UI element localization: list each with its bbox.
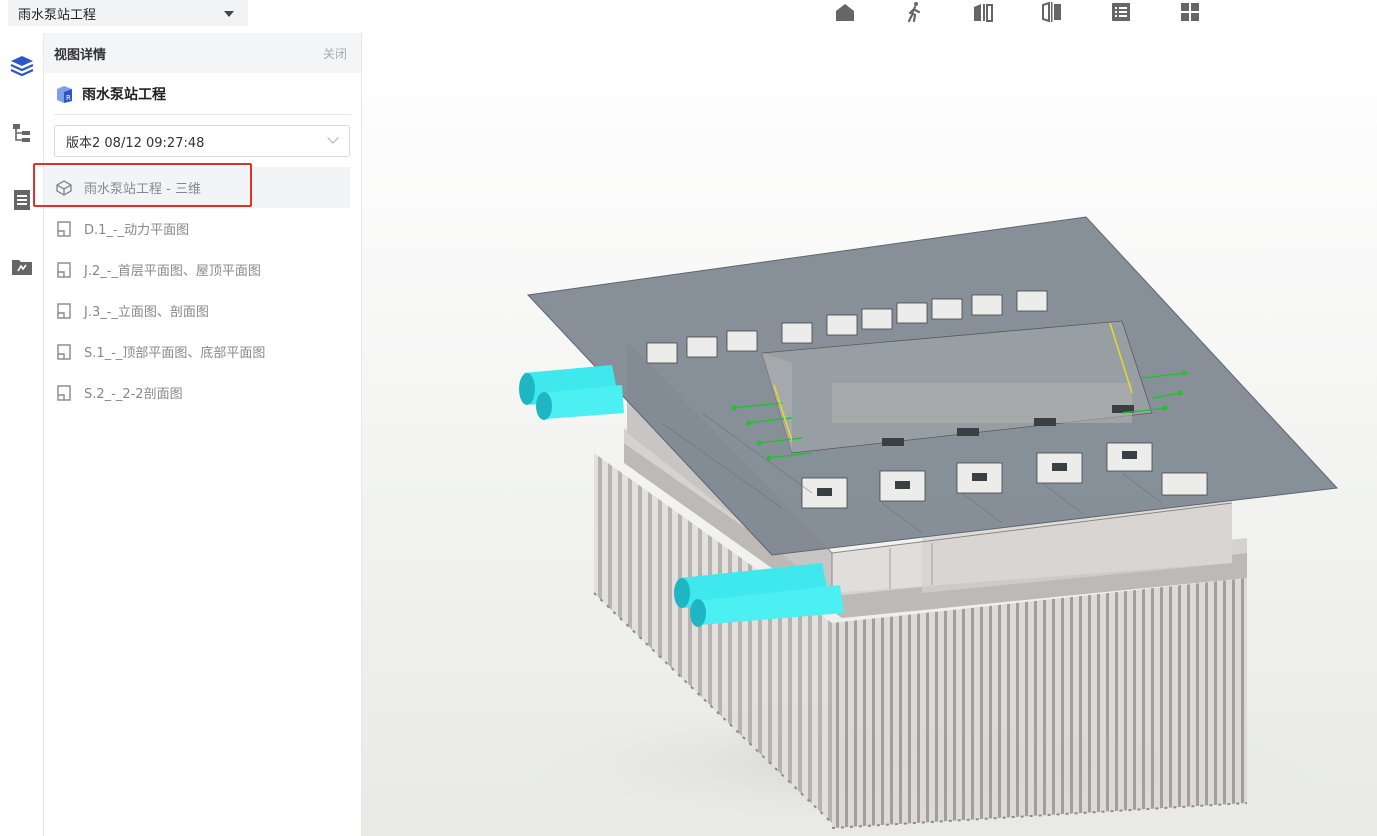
drawing-icon [56,261,72,278]
3d-view-icon [56,179,72,196]
model-file-icon: R [57,85,72,103]
caret-down-icon [224,11,234,17]
version-select-value: 版本2 08/12 09:27:48 [66,135,205,151]
view-item-3d[interactable]: 雨水泵站工程 - 三维 [44,167,350,208]
list-button[interactable] [1110,0,1132,24]
view-item-d1[interactable]: D.1_-_动力平面图 [44,208,350,249]
view-item-j3[interactable]: J.3_-_立面图、剖面图 [44,290,350,331]
home-icon [836,4,854,21]
split-view-icon [974,4,993,22]
panel-header: 视图详情 关闭 [44,33,361,73]
drawing-icon [56,384,72,401]
view-item-label: S.2_-_2-2剖面图 [84,387,183,402]
top-bar: 雨水泵站工程 [0,0,1377,33]
model-name-row: R 雨水泵站工程 [54,73,351,115]
section-box-icon [1042,1,1061,23]
split-view-button[interactable] [972,0,994,24]
3d-viewport[interactable] [362,33,1377,836]
view-item-label: J.3_-_立面图、剖面图 [84,305,209,320]
version-select[interactable]: 版本2 08/12 09:27:48 [54,125,350,157]
view-item-label: D.1_-_动力平面图 [84,223,190,238]
svg-text:R: R [66,94,71,102]
tree-icon [13,124,30,142]
view-toolbar [834,0,1248,28]
drawing-icon [56,220,72,237]
project-select-value: 雨水泵站工程 [18,7,97,23]
view-detail-panel: 视图详情 关闭 R 雨水泵站工程 版本2 08/12 09:27:48 雨水泵站… [44,33,362,836]
list-icon [1112,3,1130,21]
view-item-label: 雨水泵站工程 - 三维 [84,182,201,197]
section-box-button[interactable] [1041,0,1063,24]
inlet-pipes-upper [519,365,624,420]
panel-title: 视图详情 [54,47,107,63]
model-tree-button[interactable] [9,120,35,146]
project-select[interactable]: 雨水泵站工程 [8,0,248,26]
view-item-s2[interactable]: S.2_-_2-2剖面图 [44,372,350,413]
layers-icon [10,56,34,77]
close-button[interactable]: 关闭 [323,45,347,62]
view-item-label: S.1_-_顶部平面图、底部平面图 [84,346,266,361]
documents-button[interactable] [9,187,35,213]
view-item-s1[interactable]: S.1_-_顶部平面图、底部平面图 [44,331,350,372]
grid-button[interactable] [1179,0,1201,24]
model-name: 雨水泵站工程 [82,86,166,103]
bim-model-render [502,216,1342,833]
drawing-icon [56,343,72,360]
view-item-j2[interactable]: J.2_-_首层平面图、屋顶平面图 [44,249,350,290]
grid-icon [1181,3,1199,21]
walk-button[interactable] [903,0,925,24]
home-button[interactable] [834,0,856,24]
layers-button[interactable] [9,53,35,79]
view-item-label: J.2_-_首层平面图、屋顶平面图 [84,264,261,279]
drawing-icon [56,302,72,319]
view-list: 雨水泵站工程 - 三维 D.1_-_动力平面图 J.2_-_首层平面图、屋顶平面… [44,167,361,413]
left-rail [0,33,44,836]
resources-button[interactable] [9,254,35,280]
walk-icon [907,2,921,23]
chevron-down-icon [327,132,339,144]
document-icon [14,190,30,210]
folder-icon [12,260,32,275]
